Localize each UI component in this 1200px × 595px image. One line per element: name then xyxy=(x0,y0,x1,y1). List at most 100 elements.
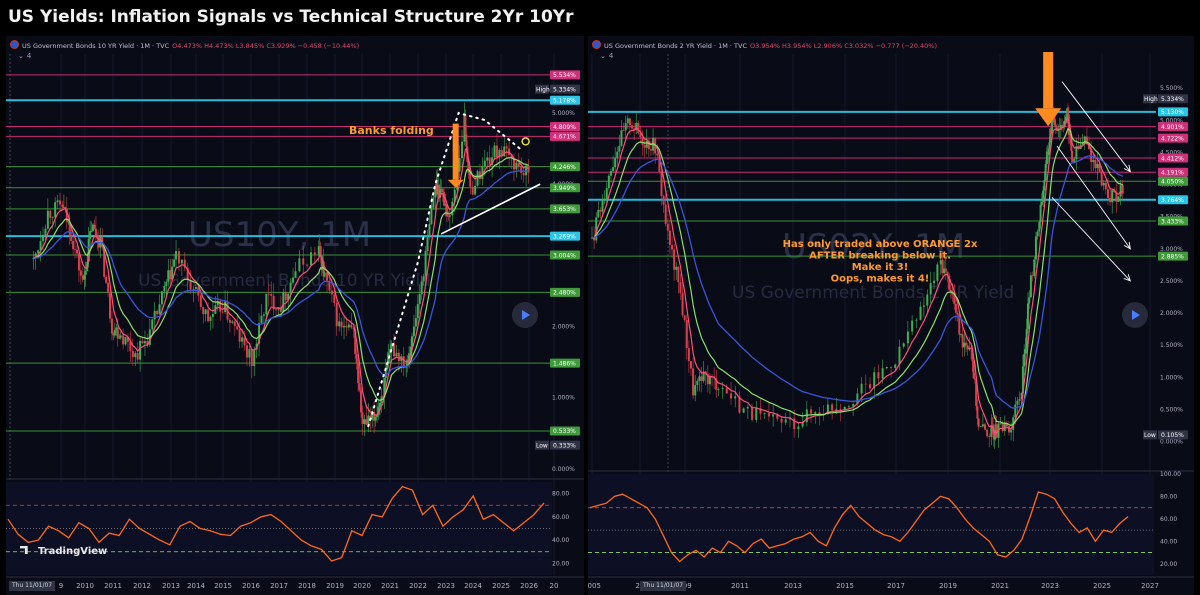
candle-body xyxy=(173,259,176,267)
play-button[interactable] xyxy=(512,302,538,328)
x-tick-label: 2019 xyxy=(939,582,957,590)
annotation-line: AFTER breaking below it. xyxy=(809,251,951,262)
candle-body xyxy=(1106,189,1109,198)
candle-body xyxy=(784,419,787,423)
candle-body xyxy=(929,283,932,295)
candle-body xyxy=(110,318,113,334)
candle-body xyxy=(725,387,728,394)
annotation-banks-folding: Banks folding xyxy=(349,124,434,137)
rsi-tick-label: 80.00 xyxy=(1160,493,1177,500)
candle-body xyxy=(624,123,627,131)
candle-body xyxy=(956,312,959,315)
candle-body xyxy=(616,151,619,158)
candle-body xyxy=(395,352,398,357)
candle-body xyxy=(204,309,207,315)
candle-body xyxy=(250,349,253,367)
candle-body xyxy=(122,335,125,345)
x-tick-label: 20 xyxy=(550,582,559,590)
candle-body xyxy=(338,321,341,327)
y-tick-label: 1.000% xyxy=(552,395,575,402)
chart-panel-us10y[interactable]: US10Y, 1M US Government Bonds 10 YR Yield… xyxy=(6,36,584,595)
play-button[interactable] xyxy=(1122,302,1148,328)
candle-body xyxy=(163,285,166,292)
candle-body xyxy=(347,324,350,328)
candle-body xyxy=(294,271,297,278)
candle-body xyxy=(345,325,348,328)
candle-body xyxy=(656,153,659,156)
candle-body xyxy=(614,157,617,168)
candle-body xyxy=(977,418,980,427)
candle-body xyxy=(253,349,256,367)
indicator-toggle[interactable]: ⌄ 4 xyxy=(600,52,613,60)
candle-body xyxy=(211,313,214,317)
tradingview-icon xyxy=(20,546,28,554)
candle-body xyxy=(493,145,496,158)
candle-body xyxy=(139,341,142,360)
brand-name: TradingView xyxy=(38,546,108,557)
level-badge-text: 0.105% xyxy=(1161,432,1184,439)
candle-body xyxy=(51,217,54,219)
candle-body xyxy=(358,383,361,391)
candle-body xyxy=(620,130,623,146)
candle-body xyxy=(113,329,116,336)
candle-body xyxy=(77,253,80,271)
candle-body xyxy=(1018,399,1021,401)
symbol-header[interactable]: US Government Bonds 2 YR Yield · 1M · TV… xyxy=(592,40,937,52)
symbol-header[interactable]: US Government Bonds 10 YR Yield · 1M · T… xyxy=(10,40,359,52)
candle-body xyxy=(158,304,161,315)
candle-body xyxy=(983,424,986,430)
candle-body xyxy=(692,368,695,396)
indicator-count: 4 xyxy=(26,52,32,60)
candle-body xyxy=(54,202,57,218)
candle-body xyxy=(668,230,671,245)
tradingview-logo: TradingView xyxy=(20,546,107,557)
us02y-chart-svg[interactable]: US02Y, 1MUS Government Bonds 2 YR Yield5… xyxy=(588,36,1194,595)
level-badge-text: 5.130% xyxy=(1161,109,1184,116)
candle-body xyxy=(919,306,922,320)
candle-body xyxy=(231,321,234,323)
candle-body xyxy=(74,249,77,250)
candle-body xyxy=(430,207,433,225)
candle-body xyxy=(512,158,515,170)
candle-body xyxy=(906,331,909,344)
x-tick-label: 2011 xyxy=(731,582,749,590)
candle-body xyxy=(601,199,604,212)
indicator-toggle[interactable]: ⌄ 4 xyxy=(18,52,31,60)
level-badge-text: 3.949% xyxy=(553,185,576,192)
candle-body xyxy=(330,290,333,295)
candle-body xyxy=(1016,400,1019,405)
level-badge-text: 4.050% xyxy=(1161,179,1184,186)
candle-body xyxy=(965,342,968,346)
y-tick-label: 5.000% xyxy=(552,110,575,117)
candle-body xyxy=(721,387,724,389)
candle-body xyxy=(746,406,749,409)
candle-body xyxy=(696,380,699,386)
candle-body xyxy=(350,324,353,328)
candle-body xyxy=(708,376,711,385)
x-tick-label: 2026 xyxy=(520,582,538,590)
candle-body xyxy=(689,361,692,369)
candle-body xyxy=(612,167,615,172)
ohlc-readout: O3.954% H3.954% L2.906% C3.032% −0.777 (… xyxy=(750,42,938,50)
candle-body xyxy=(1028,297,1031,304)
low-label: Low xyxy=(536,442,548,449)
x-tick-label: 2018 xyxy=(298,582,316,590)
level-badge-text: 5.334% xyxy=(553,86,576,93)
candle-body xyxy=(1039,204,1042,223)
candle-body xyxy=(631,125,634,129)
x-tick-label: 2023 xyxy=(1041,582,1059,590)
candle-body xyxy=(461,141,464,159)
candle-body xyxy=(751,406,754,420)
candle-body xyxy=(1104,182,1107,190)
chart-panel-us02y[interactable]: US02Y, 1M US Government Bonds 2 YR Yield 5… xyxy=(588,36,1194,595)
candle-body xyxy=(515,162,518,170)
candle-body xyxy=(1010,429,1013,433)
candle-body xyxy=(248,349,251,358)
candle-body xyxy=(933,280,936,284)
y-tick-label: 0.000% xyxy=(552,466,575,473)
candle-body xyxy=(681,293,684,316)
candle-body xyxy=(412,326,415,337)
level-badge-text: 2.885% xyxy=(1161,253,1184,260)
candle-body xyxy=(694,385,697,396)
us10y-chart-svg[interactable]: US10Y, 1M US Government Bonds 10 YR Yield… xyxy=(6,36,584,595)
